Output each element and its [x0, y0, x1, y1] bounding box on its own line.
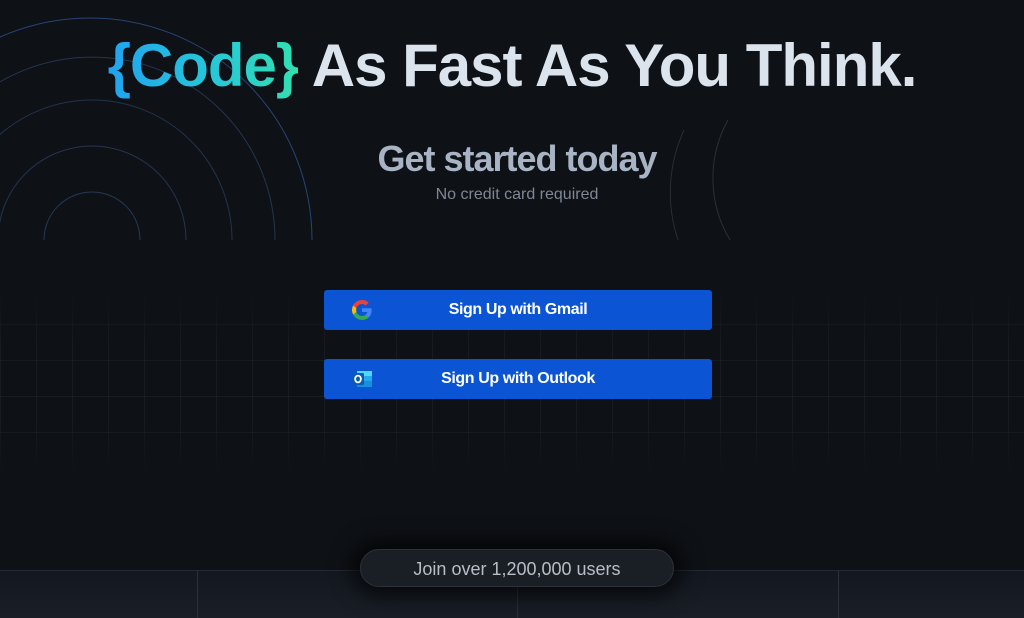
strip-divider [197, 571, 198, 618]
brand-code-text: {Code} [107, 32, 300, 99]
sign-up-outlook-button[interactable]: Sign Up with Outlook [324, 359, 712, 399]
no-credit-card-note: No credit card required [435, 186, 599, 203]
signup-page: {Code} As Fast As You Think. Get started… [0, 0, 1024, 618]
sign-up-outlook-label: Sign Up with Outlook [441, 370, 595, 387]
hero-tagline: As Fast As You Think. [311, 32, 918, 99]
hero-title: {Code} As Fast As You Think. [0, 28, 1024, 104]
sign-up-gmail-button[interactable]: Sign Up with Gmail [324, 290, 712, 330]
sign-up-gmail-label: Sign Up with Gmail [448, 301, 588, 318]
users-count-badge: Join over 1,200,000 users [360, 549, 674, 587]
get-started-heading: Get started today [377, 138, 657, 179]
strip-divider [838, 571, 839, 618]
